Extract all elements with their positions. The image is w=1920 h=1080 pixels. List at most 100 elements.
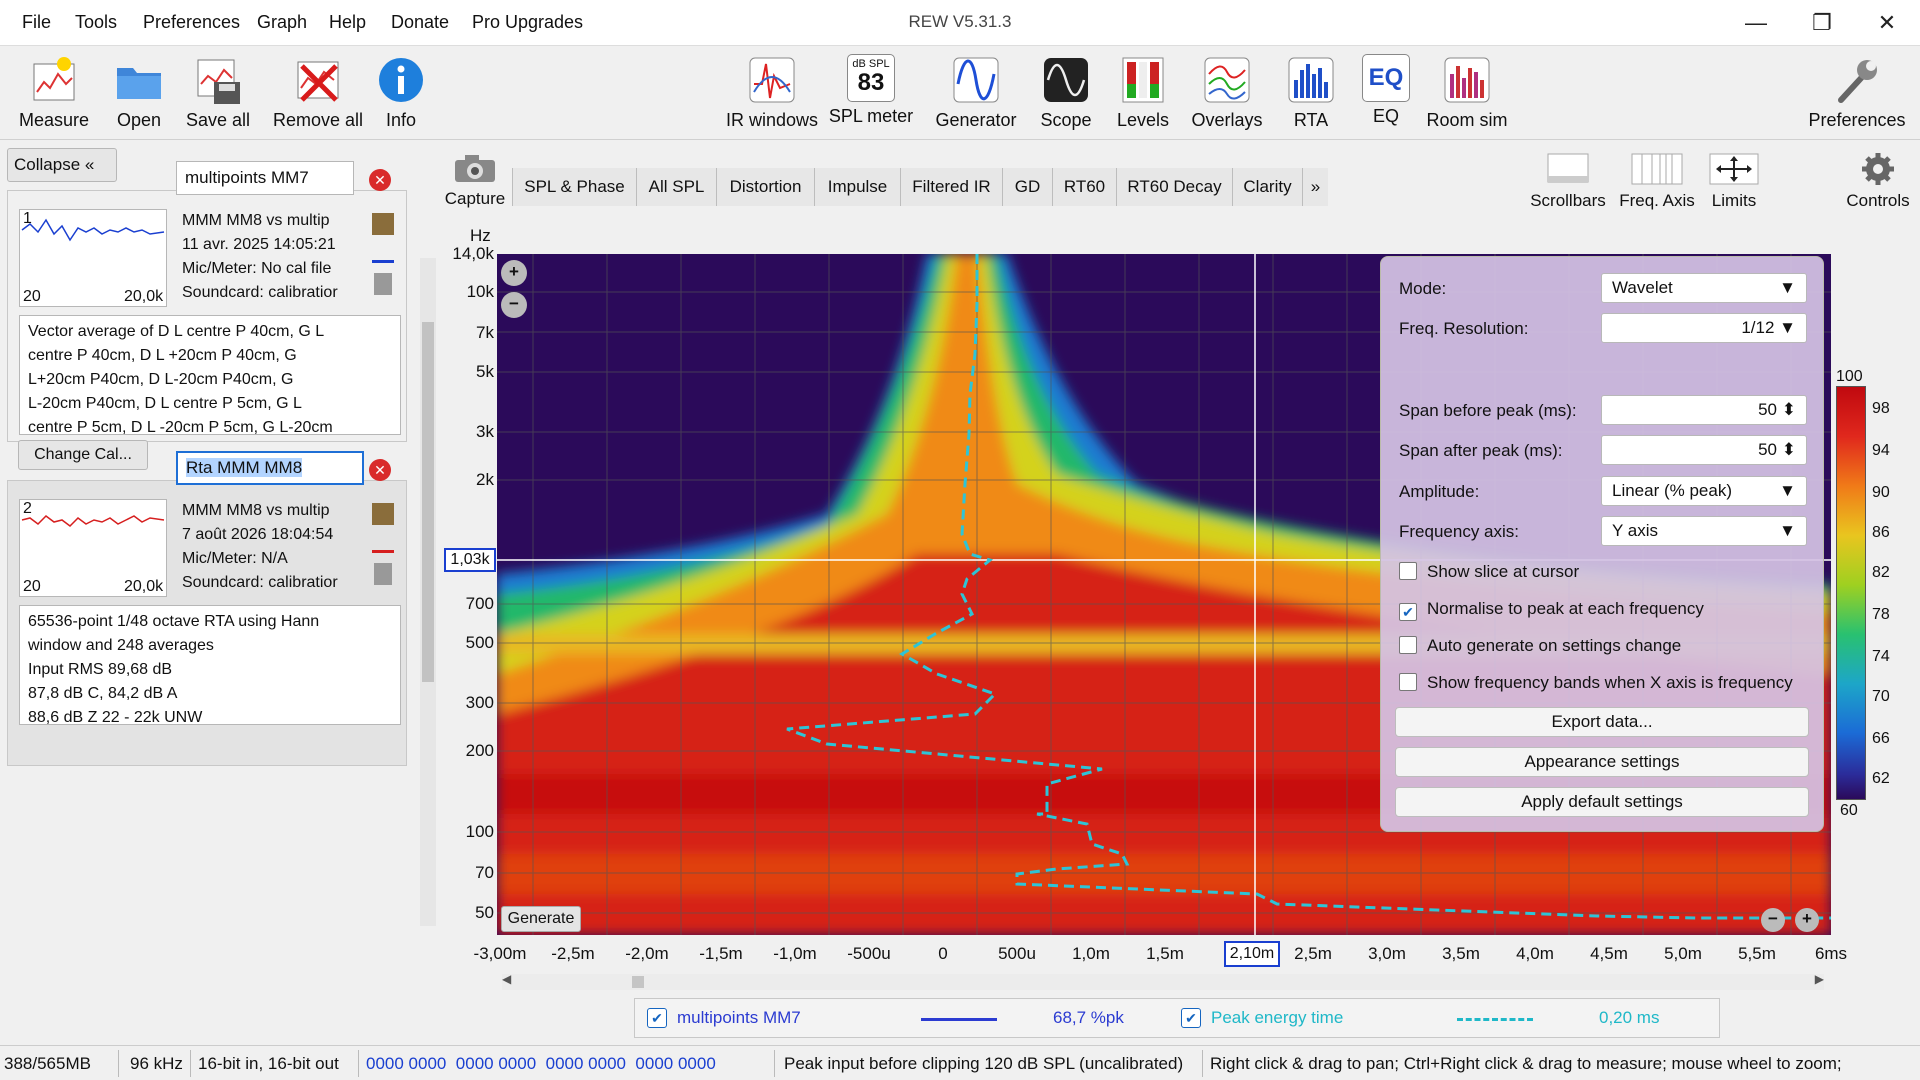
legend-2-checkbox[interactable]: ✔ xyxy=(1181,1008,1201,1028)
span-before-value: 50 xyxy=(1758,400,1778,419)
left-scrollbar-thumb[interactable] xyxy=(422,322,434,682)
measurement-2-name-field[interactable]: Rta MMM MM8 xyxy=(176,451,364,485)
spinner-arrows-icon[interactable]: ⬍ xyxy=(1782,400,1796,419)
span-before-spinner[interactable]: 50 ⬍ xyxy=(1601,395,1807,425)
colour-tick: 74 xyxy=(1872,648,1890,665)
scrollbars-button[interactable]: Scrollbars xyxy=(1528,152,1608,211)
tab-gd[interactable]: GD xyxy=(1003,168,1053,206)
freq-resolution-select[interactable]: 1/12 ▼ xyxy=(1601,313,1807,343)
tab-distortion[interactable]: Distortion xyxy=(717,168,815,206)
remove-measurement-2-icon[interactable]: ✕ xyxy=(369,459,391,481)
measurement-1-thumbnail: 1 20 20,0k xyxy=(19,209,167,307)
measurement-1-name-field[interactable]: multipoints MM7 xyxy=(176,161,354,195)
menu-file[interactable]: File xyxy=(22,12,51,33)
measurement-2-name: Rta MMM MM8 xyxy=(186,458,303,477)
measurement-1-note-line: L-20cm P40cm, D L centre P 5cm, G L xyxy=(28,395,302,412)
checkbox-icon[interactable] xyxy=(1399,562,1417,580)
info-button[interactable]: Info xyxy=(374,54,428,131)
menu-preferences[interactable]: Preferences xyxy=(143,12,240,33)
measurement-1-color-icon[interactable] xyxy=(372,241,394,263)
measure-button[interactable]: Measure xyxy=(14,54,94,131)
show-slice-checkbox[interactable]: Show slice at cursor xyxy=(1399,562,1579,582)
remove-all-button[interactable]: Remove all xyxy=(270,54,366,131)
room-sim-button[interactable]: Room sim xyxy=(1420,54,1514,131)
export-data-button[interactable]: Export data... xyxy=(1395,707,1809,737)
eq-button[interactable]: EQ EQ xyxy=(1358,54,1414,127)
measurement-2-notes[interactable]: 65536-point 1/48 octave RTA using Hann w… xyxy=(19,605,401,725)
frequency-axis-select[interactable]: Y axis ▼ xyxy=(1601,516,1807,546)
apply-default-settings-button[interactable]: Apply default settings xyxy=(1395,787,1809,817)
ir-windows-button[interactable]: IR windows xyxy=(724,54,820,131)
show-bands-checkbox[interactable]: Show frequency bands when X axis is freq… xyxy=(1399,673,1793,693)
zoom-out-x-icon[interactable]: − xyxy=(1761,908,1785,932)
remove-measurement-1-icon[interactable]: ✕ xyxy=(369,169,391,191)
measurement-2-index: 2 xyxy=(23,500,32,517)
menu-tools[interactable]: Tools xyxy=(75,12,117,33)
zoom-in-icon[interactable]: + xyxy=(501,260,527,286)
scroll-right-icon[interactable]: ▶ xyxy=(1815,972,1824,986)
menu-graph[interactable]: Graph xyxy=(257,12,307,33)
minimize-icon[interactable]: — xyxy=(1731,6,1781,40)
checkbox-icon[interactable] xyxy=(1399,636,1417,654)
change-cal-button[interactable]: Change Cal... xyxy=(18,440,148,470)
collapse-button[interactable]: Collapse « xyxy=(7,148,117,182)
colour-tick: 62 xyxy=(1872,770,1890,787)
tab-rt60-decay[interactable]: RT60 Decay xyxy=(1117,168,1233,206)
limits-button[interactable]: Limits xyxy=(1704,152,1764,211)
restore-icon[interactable]: ❐ xyxy=(1797,6,1847,40)
generate-button[interactable]: Generate xyxy=(501,906,581,932)
tab-impulse[interactable]: Impulse xyxy=(815,168,901,206)
normalise-checkbox[interactable]: ✔ Normalise to peak at each frequency xyxy=(1399,599,1704,621)
measurement-2-axis-max: 20,0k xyxy=(124,578,164,595)
mode-select[interactable]: Wavelet ▼ xyxy=(1601,273,1807,303)
measurement-1-edit-icon[interactable] xyxy=(372,213,394,235)
amplitude-select[interactable]: Linear (% peak) ▼ xyxy=(1601,476,1807,506)
tab-spl-phase[interactable]: SPL & Phase xyxy=(513,168,637,206)
tab-clarity[interactable]: Clarity xyxy=(1233,168,1303,206)
horizontal-scrollbar[interactable]: ◀ ▶ xyxy=(502,972,1824,990)
scrollbar-thumb[interactable] xyxy=(632,976,644,988)
levels-button[interactable]: Levels xyxy=(1112,54,1174,131)
close-icon[interactable]: ✕ xyxy=(1862,6,1912,40)
spl-meter-button[interactable]: dB SPL 83 SPL meter xyxy=(826,54,916,127)
scroll-left-icon[interactable]: ◀ xyxy=(502,972,511,986)
scope-button[interactable]: Scope xyxy=(1035,54,1097,131)
status-divider xyxy=(118,1050,119,1077)
zoom-in-x-icon[interactable]: + xyxy=(1795,908,1819,932)
measurement-2-edit-icon[interactable] xyxy=(372,503,394,525)
menu-donate[interactable]: Donate xyxy=(391,12,449,33)
bit-depth-status: 16-bit in, 16-bit out xyxy=(198,1054,339,1073)
checkbox-checked-icon[interactable]: ✔ xyxy=(1399,603,1417,621)
measurement-2-notes-icon[interactable] xyxy=(374,563,392,585)
span-after-spinner[interactable]: 50 ⬍ xyxy=(1601,435,1807,465)
spinner-arrows-icon[interactable]: ⬍ xyxy=(1782,440,1796,459)
generator-icon xyxy=(953,57,999,103)
measurement-1-notes-icon[interactable] xyxy=(374,273,392,295)
capture-button[interactable]: Capture xyxy=(444,152,506,209)
menu-help[interactable]: Help xyxy=(329,12,366,33)
measurement-1-mic: Mic/Meter: No cal file xyxy=(182,260,332,277)
measurement-2-color-icon[interactable] xyxy=(372,531,394,553)
measurement-card-1[interactable]: 1 20 20,0k multipoints MM7 ✕ MMM MM8 vs … xyxy=(7,161,407,442)
save-all-button[interactable]: Save all xyxy=(183,54,253,131)
tab-filtered-ir[interactable]: Filtered IR xyxy=(901,168,1003,206)
checkbox-icon[interactable] xyxy=(1399,673,1417,691)
tab-all-spl[interactable]: All SPL xyxy=(637,168,717,206)
preferences-button[interactable]: Preferences xyxy=(1802,54,1912,131)
overlays-button[interactable]: Overlays xyxy=(1190,54,1264,131)
generator-button[interactable]: Generator xyxy=(933,54,1019,131)
menu-pro-upgrades[interactable]: Pro Upgrades xyxy=(472,12,583,33)
controls-button[interactable]: Controls xyxy=(1838,152,1918,211)
measurement-card-2[interactable]: Rta MMM MM8 ✕ 2 20 20,0k MMM MM8 vs mult… xyxy=(7,451,407,766)
tab-rt60[interactable]: RT60 xyxy=(1053,168,1117,206)
freq-axis-button[interactable]: Freq. Axis xyxy=(1614,152,1700,211)
appearance-settings-button[interactable]: Appearance settings xyxy=(1395,747,1809,777)
open-button[interactable]: Open xyxy=(104,54,174,131)
rta-button[interactable]: RTA xyxy=(1283,54,1339,131)
measurement-1-notes[interactable]: Vector average of D L centre P 40cm, G L… xyxy=(19,315,401,435)
zoom-out-icon[interactable]: − xyxy=(501,292,527,318)
tab-more-chevron-icon[interactable]: » xyxy=(1303,168,1328,206)
legend-1-checkbox[interactable]: ✔ xyxy=(647,1008,667,1028)
chevron-down-icon: ▼ xyxy=(1779,521,1796,540)
auto-generate-checkbox[interactable]: Auto generate on settings change xyxy=(1399,636,1681,656)
